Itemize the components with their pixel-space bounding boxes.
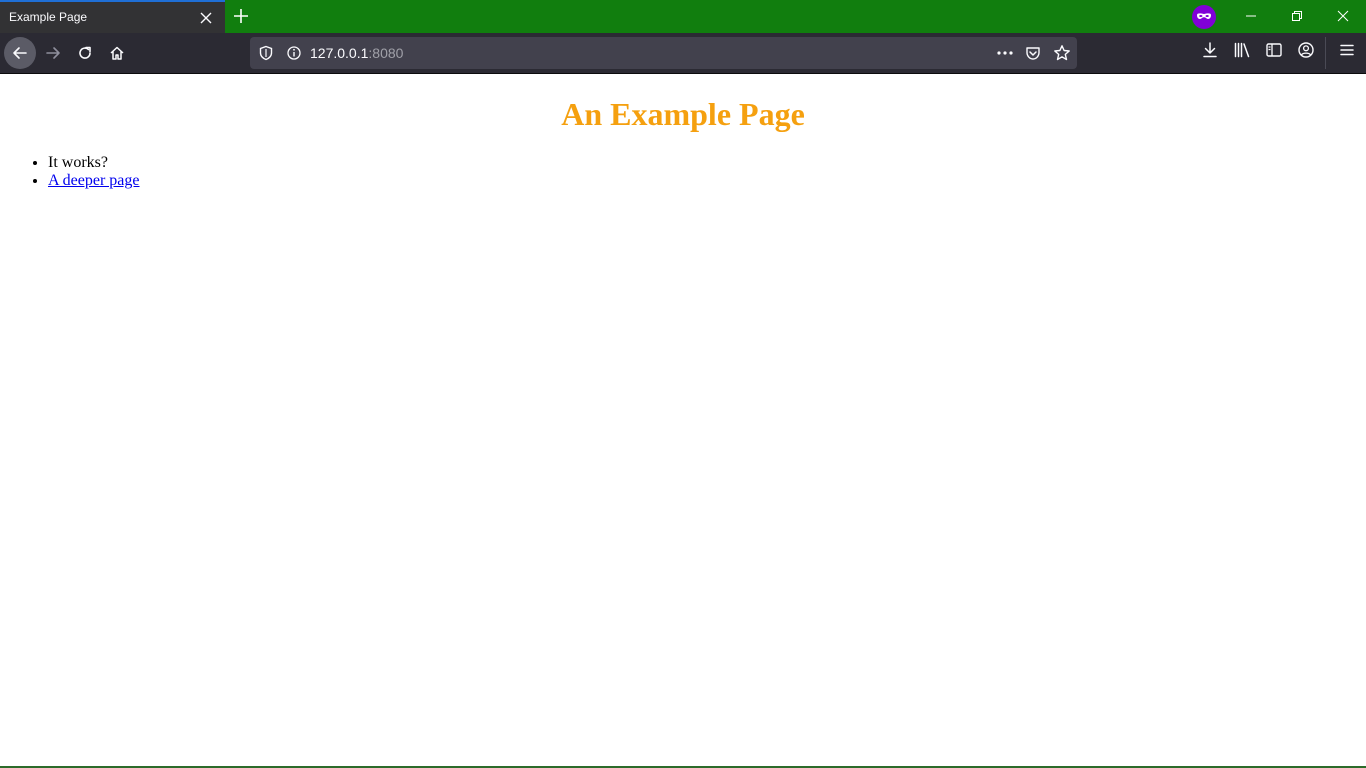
- tab-example-page[interactable]: Example Page: [0, 0, 225, 33]
- window-close-button[interactable]: [1320, 0, 1366, 33]
- minimize-icon: [1246, 15, 1256, 17]
- pocket-icon[interactable]: [1025, 45, 1041, 61]
- restore-button[interactable]: [1274, 0, 1320, 33]
- navigation-toolbar: 127.0.0.1:8080: [0, 33, 1366, 74]
- toolbar-separator: [1325, 37, 1326, 69]
- close-icon: [1337, 10, 1349, 22]
- tab-title: Example Page: [9, 10, 88, 24]
- more-actions-icon[interactable]: [996, 45, 1014, 61]
- plus-icon[interactable]: [232, 7, 250, 25]
- url-text[interactable]: 127.0.0.1:8080: [310, 45, 403, 61]
- page-title: An Example Page: [561, 96, 805, 132]
- shield-icon[interactable]: [258, 45, 274, 61]
- list-item-text: It works?: [48, 154, 108, 171]
- arrow-left-icon: [13, 47, 27, 59]
- tab-strip: Example Page: [0, 0, 1366, 33]
- restore-icon: [1292, 11, 1302, 21]
- reload-icon: [79, 46, 91, 59]
- arrow-right-icon: [46, 47, 60, 59]
- home-icon: [110, 46, 124, 60]
- sidebar-icon[interactable]: [1265, 41, 1283, 59]
- list-item: A deeper page: [48, 172, 140, 190]
- download-icon[interactable]: [1201, 41, 1219, 59]
- home-button[interactable]: [101, 37, 133, 69]
- private-browsing-mask-icon: [1192, 5, 1216, 29]
- page-content: An Example Page It works? A deeper page: [0, 74, 1366, 766]
- star-icon[interactable]: [1053, 44, 1071, 62]
- content-list: It works? A deeper page: [48, 154, 140, 190]
- forward-button[interactable]: [37, 37, 69, 69]
- address-bar[interactable]: 127.0.0.1:8080: [250, 37, 1077, 69]
- url-port: :8080: [368, 45, 404, 61]
- info-icon[interactable]: [286, 45, 302, 61]
- url-host: 127.0.0.1: [310, 45, 369, 61]
- list-item: It works?: [48, 154, 140, 172]
- minimize-button[interactable]: [1228, 0, 1274, 33]
- back-button[interactable]: [4, 37, 36, 69]
- hamburger-menu-icon[interactable]: [1338, 41, 1356, 59]
- library-icon[interactable]: [1233, 41, 1251, 59]
- account-icon[interactable]: [1297, 41, 1315, 59]
- deeper-page-link[interactable]: A deeper page: [48, 172, 140, 189]
- close-icon[interactable]: [199, 11, 213, 25]
- reload-button[interactable]: [69, 37, 101, 69]
